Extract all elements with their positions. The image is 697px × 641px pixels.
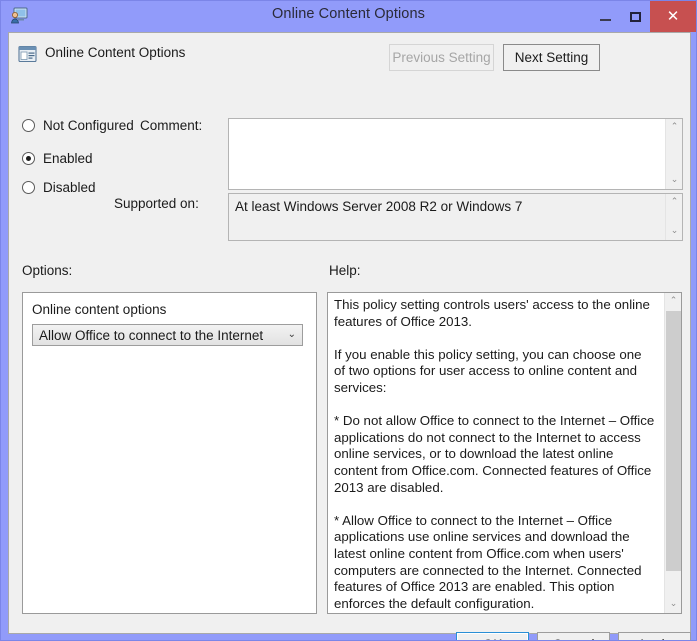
options-section-label: Options: bbox=[22, 263, 73, 278]
comment-scrollbar[interactable]: ⌃ ⌄ bbox=[665, 119, 682, 189]
online-content-options-label: Online content options bbox=[32, 302, 167, 317]
radio-mark-not-configured bbox=[22, 119, 35, 132]
scroll-up-icon[interactable]: ⌃ bbox=[666, 119, 682, 136]
next-setting-button[interactable]: Next Setting bbox=[503, 44, 600, 71]
radio-label-disabled: Disabled bbox=[43, 180, 96, 195]
policy-setting-icon bbox=[18, 45, 37, 63]
minimize-button[interactable] bbox=[590, 1, 620, 32]
help-scrollbar-thumb[interactable] bbox=[666, 311, 681, 571]
help-section-label: Help: bbox=[329, 263, 361, 278]
policy-setting-dialog: Online Content Options ✕ Online Content … bbox=[0, 0, 697, 641]
scroll-up-icon[interactable]: ⌃ bbox=[666, 194, 682, 211]
options-panel: Online content options Allow Office to c… bbox=[22, 292, 317, 614]
help-text: This policy setting controls users' acce… bbox=[334, 297, 655, 611]
supported-on-label: Supported on: bbox=[114, 196, 199, 211]
radio-label-not-configured: Not Configured bbox=[43, 118, 134, 133]
radio-disabled[interactable]: Disabled bbox=[22, 180, 96, 195]
supported-on-value: At least Windows Server 2008 R2 or Windo… bbox=[235, 199, 523, 214]
radio-mark-disabled bbox=[22, 181, 35, 194]
minimize-icon bbox=[599, 19, 611, 21]
help-panel: This policy setting controls users' acce… bbox=[327, 292, 682, 614]
scroll-down-icon[interactable]: ⌄ bbox=[665, 596, 681, 613]
dropdown-selected-value: Allow Office to connect to the Internet bbox=[39, 328, 264, 343]
comment-label: Comment: bbox=[140, 118, 203, 133]
help-scrollbar[interactable]: ⌃ ⌄ bbox=[664, 293, 681, 613]
close-button[interactable]: ✕ bbox=[650, 1, 696, 32]
supported-on-field: At least Windows Server 2008 R2 or Windo… bbox=[228, 193, 683, 241]
apply-button[interactable]: Apply bbox=[618, 632, 691, 640]
window-controls: ✕ bbox=[590, 1, 696, 32]
radio-mark-enabled bbox=[22, 152, 35, 165]
comment-field[interactable]: ⌃ ⌄ bbox=[228, 118, 683, 190]
scroll-down-icon[interactable]: ⌄ bbox=[666, 223, 682, 240]
radio-not-configured[interactable]: Not Configured bbox=[22, 118, 134, 133]
title-bar: Online Content Options ✕ bbox=[1, 1, 696, 32]
radio-label-enabled: Enabled bbox=[43, 151, 93, 166]
maximize-button[interactable] bbox=[620, 1, 650, 32]
scroll-down-icon[interactable]: ⌄ bbox=[666, 172, 682, 189]
chevron-down-icon: ⌄ bbox=[287, 329, 296, 340]
maximize-icon bbox=[629, 11, 641, 22]
online-content-options-dropdown[interactable]: Allow Office to connect to the Internet … bbox=[32, 324, 303, 346]
setting-name: Online Content Options bbox=[45, 45, 186, 60]
previous-setting-button[interactable]: Previous Setting bbox=[389, 44, 494, 71]
supported-on-scrollbar[interactable]: ⌃ ⌄ bbox=[665, 194, 682, 240]
dialog-body: Online Content Options Previous Setting … bbox=[8, 32, 691, 640]
ok-button[interactable]: OK bbox=[456, 632, 529, 640]
close-icon: ✕ bbox=[666, 7, 680, 25]
scroll-up-icon[interactable]: ⌃ bbox=[665, 293, 681, 310]
cancel-button[interactable]: Cancel bbox=[537, 632, 610, 640]
radio-enabled[interactable]: Enabled bbox=[22, 151, 93, 166]
